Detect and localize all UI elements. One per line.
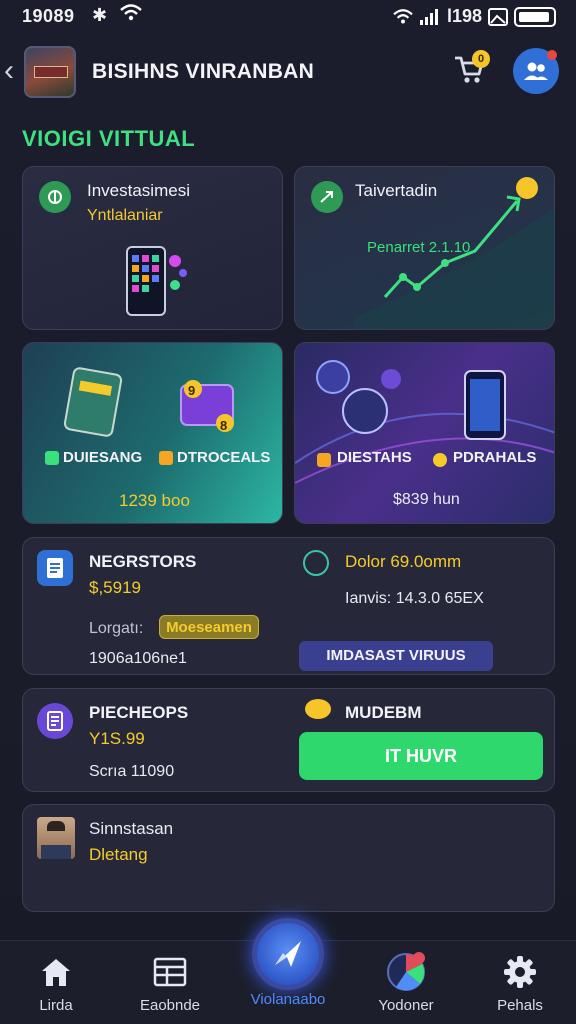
check-icon [45,451,59,465]
tag-icon [159,451,173,465]
card-subtitle: Yntlalaniar [87,207,163,224]
nav-label: Yodoner [378,997,434,1014]
card-amount: 1239 boo [119,491,190,510]
compass-icon [275,941,301,967]
center-action-button[interactable] [252,918,324,990]
table-icon [120,955,220,989]
value: $,5919 [89,578,141,597]
nav-item-chart[interactable]: Yodoner [356,952,456,1014]
person-name: Sinnstasan [89,819,174,838]
section-title: VIOIGI VITTUAL [22,126,196,151]
label-a: DIESTAHS [337,449,412,466]
bluetooth-icon: ✱ [92,5,108,25]
mobile-card[interactable]: DIESTAHS PDRAHALS $839 hun [294,342,555,524]
notification-dot [547,50,557,60]
location-icon [433,453,447,467]
section-title: NEGRSTORS [89,552,197,571]
signal-icon [419,8,438,25]
nav-item-settings[interactable]: Pehals [470,955,570,1014]
cart-badge: 0 [472,50,490,68]
leaf-icon [39,181,71,213]
devices-card[interactable]: 9 8 DUIESANG DTROCEALS 1239 boo [22,342,283,524]
label-b: DTROCEALS [177,449,271,466]
nav-label: Violanaabo [250,991,326,1008]
chart-label: Penarret 2.1.10 [367,239,471,256]
users-icon [524,62,548,80]
document-icon [37,550,73,586]
nav-label: Pehals [497,997,543,1014]
nav-label: Eaobnde [139,997,201,1014]
coin-value-b: 8 [220,418,228,433]
label-b: PDRAHALS [453,449,537,466]
image-icon [488,7,508,26]
negotiations-card: NEGRSTORS $,5919 Lorgatı: Moeseamen 1906… [22,537,555,675]
person-sub: Dletang [89,845,148,864]
app-header: ‹ BISIHNS VINRANBAN 0 [0,42,576,102]
value: Y1S.99 [89,729,145,748]
receipt-icon [37,703,73,739]
nav-label: Lirda [39,997,73,1014]
business-thumbnail[interactable] [24,46,76,98]
nav-item-center[interactable]: Violanaabo [238,991,338,1008]
status-bar: 19089 ✱ l198 [0,0,576,32]
code: 1906a106ne1 [89,650,187,667]
card-title: Investasimesi [87,181,190,200]
avatar [37,817,75,859]
right-title: MUDEBM [345,703,422,722]
back-arrow-icon[interactable]: ‹ [4,54,14,88]
profile-card[interactable]: Sinnstasan Dletang [22,804,555,912]
trading-card[interactable]: Taivertadin Penarret 2.1.10 [294,166,555,330]
coin-value-a: 9 [188,383,196,398]
nav-item-home[interactable]: Lirda [6,955,106,1014]
page-title: BISIHNS VINRANBAN [92,60,315,83]
purchases-card: PIECHEOPS Y1S.99 Scrıa 11090 MUDEBM IT H… [22,688,555,792]
pie-chart-icon [356,952,456,991]
action-button[interactable]: IMDASAST VIRUUS [299,641,493,671]
status-right: l198 [393,6,556,27]
right-title: Dolor 69.0omm [345,552,462,571]
right-detail: Ianvis: 14.3.0 65EX [345,590,484,607]
wifi-icon [393,8,413,23]
primary-button[interactable]: IT HUVR [299,732,543,780]
label: Lorgatı: [89,620,144,637]
battery-icon [514,6,556,27]
wifi-icon [120,3,142,28]
status-time: 19089 [22,6,75,26]
section-title: PIECHEOPS [89,703,189,722]
status-right-text: l198 [446,6,482,26]
home-icon [6,955,106,989]
status-badge: Moeseamen [159,615,259,639]
sub-value: Scrıa 11090 [89,763,175,780]
cart-button[interactable]: 0 [452,50,490,88]
investment-card[interactable]: Investasimesi Yntlalaniar [22,166,283,330]
badge-icon [317,453,331,467]
nav-item-table[interactable]: Eaobnde [120,955,220,1014]
profile-button[interactable] [513,48,559,94]
app-screen: 19089 ✱ l198 ‹ BISIHNS VINRANBAN 0 VIOIG… [0,0,576,1024]
card-amount: $839 hun [393,491,460,508]
label-a: DUIESANG [63,449,143,466]
clock-icon [303,550,329,576]
smartphone-illustration [126,246,187,316]
tablet-illustration [63,367,234,437]
coins-icon [305,699,331,719]
gear-icon [470,955,570,989]
